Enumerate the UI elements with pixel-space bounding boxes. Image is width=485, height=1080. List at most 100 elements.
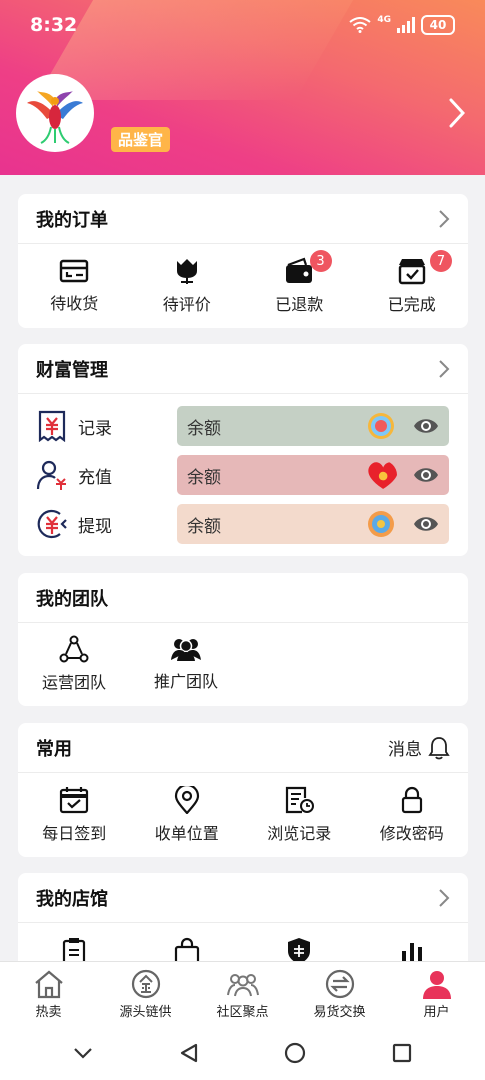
status-time: 8:32	[30, 14, 78, 36]
wealth-row-recharge[interactable]: 充值 余额	[18, 454, 468, 496]
enterprise-icon	[131, 969, 160, 999]
network-icon	[59, 635, 89, 663]
refunded-count-badge: 3	[309, 250, 332, 272]
team-operations-label: 运营团队	[41, 673, 106, 692]
tab-hot-sale-label: 热卖	[35, 1005, 62, 1020]
team-title: 我的团队	[36, 588, 108, 610]
tab-user[interactable]: 用户	[388, 962, 485, 1026]
home-icon	[34, 970, 63, 999]
wealth-row-withdraw[interactable]: 提现 余额	[18, 503, 468, 545]
people-icon	[171, 639, 201, 661]
tab-hot-sale[interactable]: 热卖	[0, 962, 97, 1026]
calendar-check-icon	[60, 786, 89, 813]
team-card: 我的团队 运营团队 推广团队	[18, 573, 468, 706]
common-card: 常用 消息 每日签到 收单位置 浏览记录 修改密码	[18, 723, 468, 857]
browse-history[interactable]: 浏览记录	[243, 773, 356, 856]
heart-badge-icon	[368, 462, 397, 489]
chevron-down-icon[interactable]	[72, 1046, 94, 1060]
tab-barter[interactable]: 易货交换	[291, 962, 388, 1026]
user-yuan-icon	[36, 460, 66, 490]
network-type: 4G	[377, 15, 391, 25]
shop-header[interactable]: 我的店馆	[18, 873, 468, 923]
team-operations[interactable]: 运营团队	[18, 623, 130, 705]
chevron-right-icon	[439, 209, 450, 228]
recents-square-icon[interactable]	[391, 1042, 413, 1064]
avatar[interactable]	[16, 74, 94, 152]
team-promotion-label: 推广团队	[153, 672, 218, 691]
receipt-yuan-icon	[38, 410, 66, 442]
messages-link[interactable]: 消息	[388, 735, 450, 760]
profile-header: 8:32 4G 40 品鉴官	[0, 0, 485, 175]
eye-icon[interactable]	[413, 464, 439, 486]
bottom-tab-bar: 热卖 源头链供 社区聚点 易货交换 用户	[0, 961, 485, 1026]
wealth-card: 财富管理 记录 余额 充值 余额 提现 余额	[18, 344, 468, 556]
order-to-review-label: 待评价	[162, 294, 211, 314]
team-promotion[interactable]: 推广团队	[130, 623, 242, 705]
home-circle-icon[interactable]	[283, 1041, 307, 1065]
order-to-receive[interactable]: 待收货	[18, 244, 131, 327]
lock-icon	[401, 786, 422, 813]
balance-bar-recharge: 余额	[177, 455, 449, 495]
balance-text: 余额	[187, 516, 221, 537]
pickup-location-label: 收单位置	[154, 823, 219, 843]
messages-label: 消息	[388, 740, 422, 760]
delivery-icon	[60, 259, 89, 282]
chevron-right-icon	[439, 359, 450, 378]
balance-text: 余额	[187, 467, 221, 488]
tab-community[interactable]: 社区聚点	[194, 962, 291, 1026]
balance-text: 余额	[187, 418, 221, 439]
order-to-review[interactable]: 待评价	[131, 244, 244, 327]
chevron-right-icon	[439, 888, 450, 907]
shop-card: 我的店馆	[18, 873, 468, 973]
wealth-row-record[interactable]: 记录 余额	[18, 405, 468, 447]
orders-card: 我的订单 待收货 待评价 已退款 3 已完成 7	[18, 194, 468, 328]
common-header: 常用 消息	[18, 723, 468, 773]
tab-source-supply-label: 源头链供	[119, 1005, 172, 1020]
status-bar: 8:32 4G 40	[0, 0, 485, 50]
flower-icon	[176, 258, 197, 284]
back-triangle-icon[interactable]	[178, 1042, 200, 1064]
orders-title: 我的订单	[36, 209, 108, 231]
eye-icon[interactable]	[413, 513, 439, 535]
tab-barter-label: 易货交换	[313, 1005, 366, 1020]
tab-source-supply[interactable]: 源头链供	[97, 962, 194, 1026]
order-refunded-label: 已退款	[275, 294, 324, 314]
team-header: 我的团队	[18, 573, 468, 623]
common-title: 常用	[36, 738, 72, 760]
order-refunded[interactable]: 已退款 3	[243, 244, 356, 327]
change-password-label: 修改密码	[379, 823, 444, 843]
medal-badge-icon	[368, 413, 394, 439]
history-doc-icon	[286, 786, 315, 813]
withdraw-yuan-icon	[37, 509, 67, 539]
wealth-record-label: 记录	[78, 418, 112, 439]
wealth-withdraw-label: 提现	[78, 516, 112, 537]
eye-icon[interactable]	[413, 415, 439, 437]
community-icon	[226, 974, 259, 997]
location-pin-icon	[174, 785, 199, 814]
wealth-title: 财富管理	[36, 359, 108, 381]
wifi-icon	[349, 17, 371, 33]
user-icon	[422, 971, 451, 999]
chevron-right-icon[interactable]	[449, 98, 465, 128]
wealth-header[interactable]: 财富管理	[18, 344, 468, 394]
bell-icon	[428, 736, 450, 759]
pickup-location[interactable]: 收单位置	[131, 773, 244, 856]
browse-history-label: 浏览记录	[267, 823, 332, 843]
shop-title: 我的店馆	[36, 888, 108, 910]
phoenix-icon	[27, 91, 83, 144]
daily-checkin[interactable]: 每日签到	[18, 773, 131, 856]
wealth-recharge-label: 充值	[78, 467, 112, 488]
orders-header[interactable]: 我的订单	[18, 194, 468, 244]
battery-icon: 40	[421, 15, 455, 35]
medal-badge-icon	[368, 511, 394, 537]
role-badge: 品鉴官	[111, 127, 171, 152]
change-password[interactable]: 修改密码	[356, 773, 469, 856]
daily-checkin-label: 每日签到	[42, 823, 107, 843]
order-completed[interactable]: 已完成 7	[356, 244, 469, 327]
balance-bar-record: 余额	[177, 406, 449, 446]
completed-count-badge: 7	[430, 250, 452, 272]
tab-community-label: 社区聚点	[216, 1005, 269, 1020]
balance-bar-withdraw: 余额	[177, 504, 449, 544]
order-to-receive-label: 待收货	[50, 293, 99, 313]
tab-user-label: 用户	[423, 1005, 450, 1020]
